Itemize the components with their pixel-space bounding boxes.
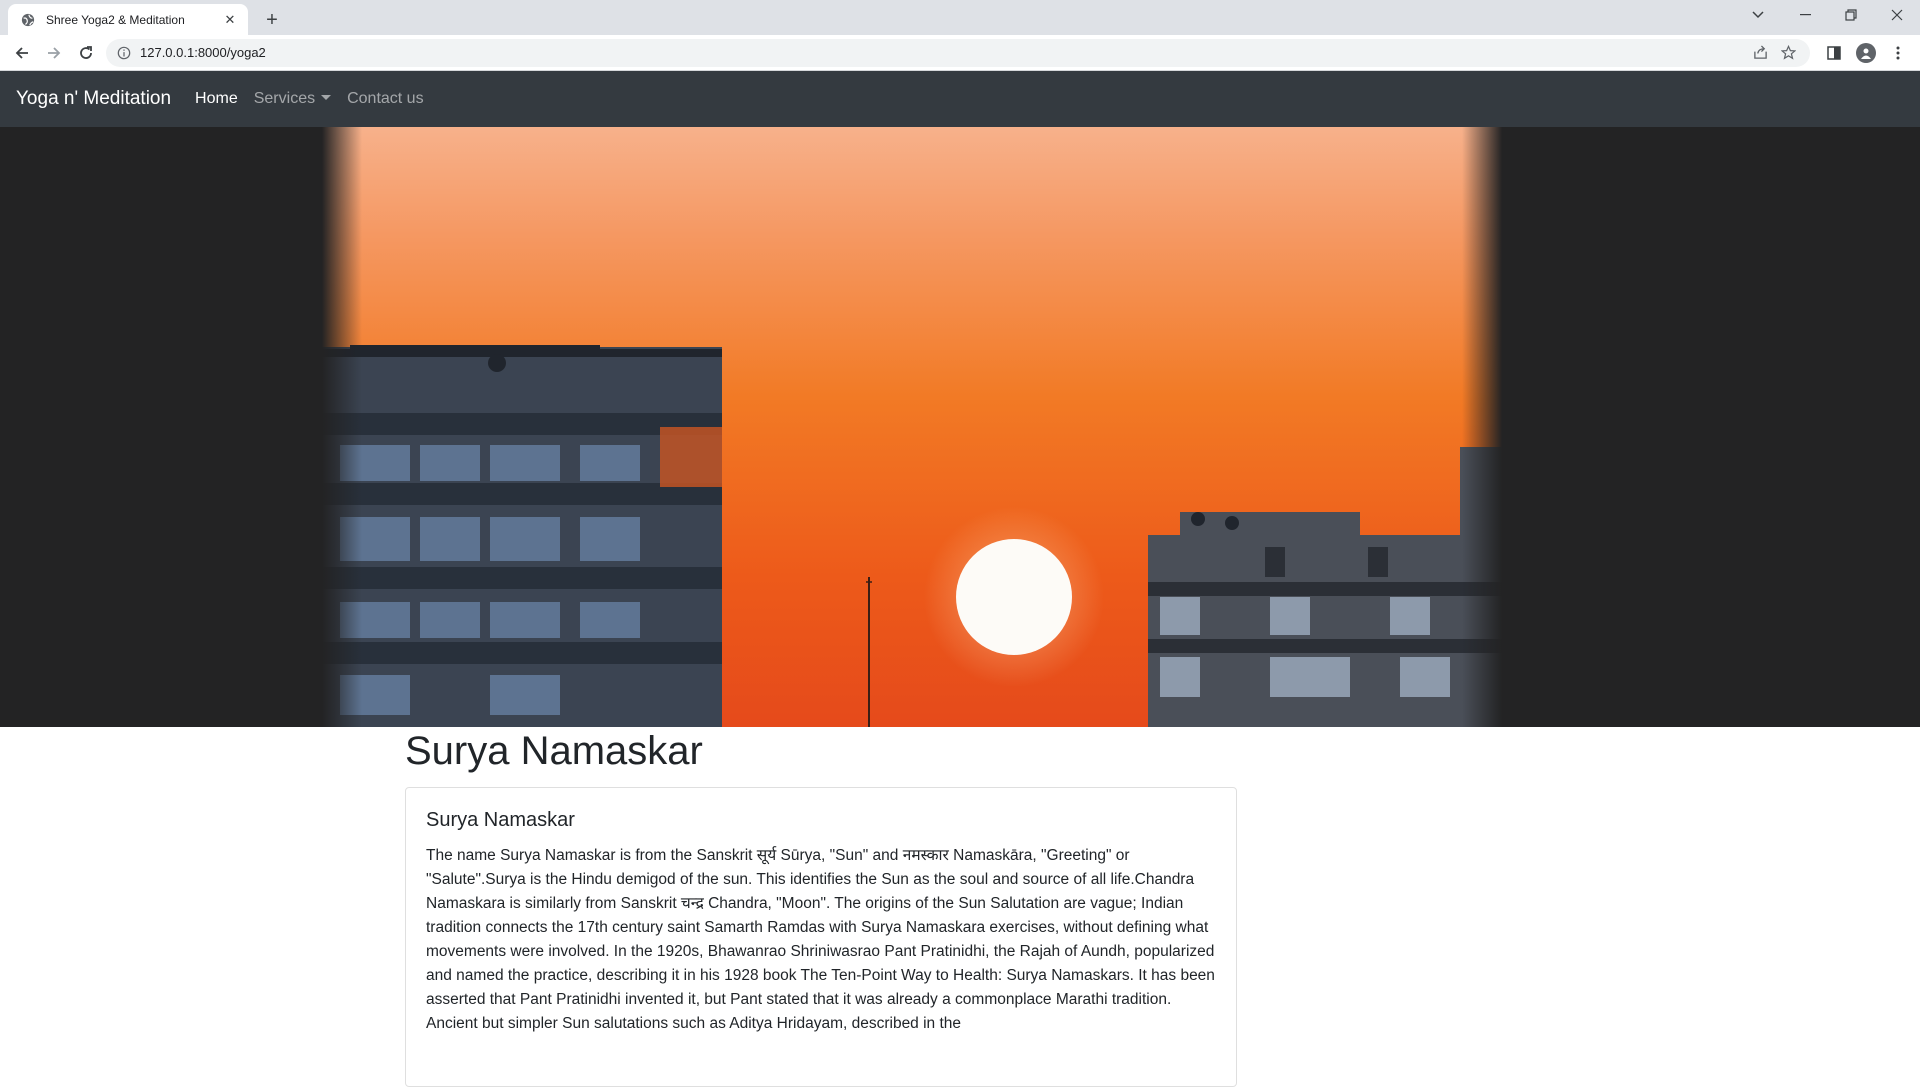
nav-contact-link[interactable]: Contact us <box>347 90 423 108</box>
nav-services-label: Services <box>253 90 316 107</box>
sunset-photo <box>0 127 1920 727</box>
caret-down-icon <box>321 95 332 100</box>
main-content: Surya Namaskar Surya Namaskar The name S… <box>405 727 1237 1087</box>
window-controls <box>1735 0 1920 30</box>
tab-search-icon[interactable] <box>1735 0 1781 30</box>
browser-tab[interactable]: Shree Yoga2 & Meditation ✕ <box>8 4 248 35</box>
info-card: Surya Namaskar The name Surya Namaskar i… <box>405 787 1237 1087</box>
profile-avatar-icon[interactable] <box>1850 37 1882 69</box>
bookmark-star-icon[interactable] <box>1774 41 1802 65</box>
back-icon[interactable] <box>6 37 38 69</box>
tab-title: Shree Yoga2 & Meditation <box>46 12 185 27</box>
browser-toolbar: 127.0.0.1:8000/yoga2 <box>0 35 1920 71</box>
browser-tabbar: Shree Yoga2 & Meditation ✕ + <box>0 0 1920 35</box>
reload-icon[interactable] <box>70 37 102 69</box>
page-title: Surya Namaskar <box>405 729 703 773</box>
new-tab-button[interactable]: + <box>258 6 286 34</box>
side-panel-icon[interactable] <box>1818 37 1850 69</box>
card-title: Surya Namaskar <box>426 809 575 831</box>
close-tab-icon[interactable]: ✕ <box>222 12 238 28</box>
share-icon[interactable] <box>1746 41 1774 65</box>
site-brand[interactable]: Yoga n' Meditation <box>16 88 171 110</box>
hero-image <box>0 127 1920 727</box>
browser-menu-icon[interactable] <box>1882 37 1914 69</box>
close-window-icon[interactable] <box>1874 0 1920 30</box>
restore-icon[interactable] <box>1828 0 1874 30</box>
site-navbar: Yoga n' Meditation Home Services Contact… <box>0 71 1920 127</box>
nav-home-link[interactable]: Home <box>195 90 238 108</box>
globe-icon <box>20 12 36 28</box>
address-bar[interactable]: 127.0.0.1:8000/yoga2 <box>106 38 1810 67</box>
url-text[interactable]: 127.0.0.1:8000/yoga2 <box>140 45 1746 60</box>
nav-services-dropdown[interactable]: Services <box>253 90 332 108</box>
card-text: The name Surya Namaskar is from the Sans… <box>426 847 1215 1032</box>
minimize-icon[interactable] <box>1782 0 1828 30</box>
site-info-icon[interactable] <box>116 45 132 61</box>
forward-icon[interactable] <box>38 37 70 69</box>
